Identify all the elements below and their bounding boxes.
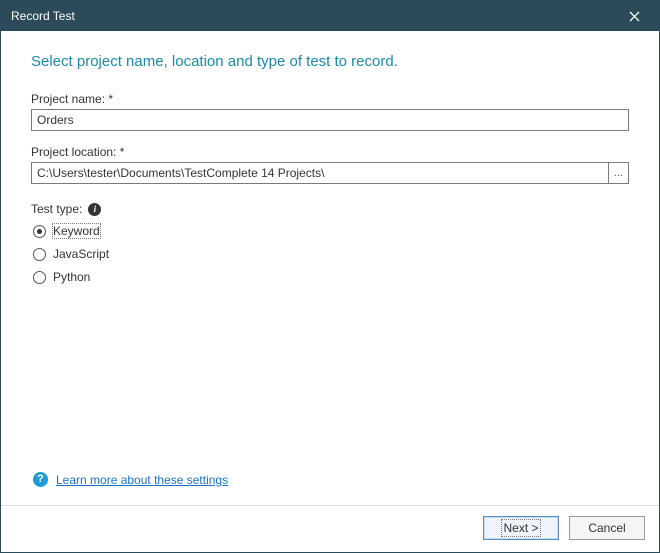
- record-test-dialog: Record Test Select project name, locatio…: [0, 0, 660, 553]
- info-icon[interactable]: i: [88, 203, 101, 216]
- next-button[interactable]: Next >: [483, 516, 559, 540]
- project-location-block: Project location: * ...: [31, 145, 629, 184]
- test-type-label: Test type:: [31, 202, 82, 216]
- radio-indicator-keyword: [33, 225, 46, 238]
- radio-label-javascript: JavaScript: [53, 247, 109, 261]
- next-button-label: Next >: [503, 521, 538, 535]
- browse-button[interactable]: ...: [608, 162, 629, 184]
- page-heading: Select project name, location and type o…: [31, 53, 629, 70]
- radio-indicator-javascript: [33, 248, 46, 261]
- project-location-input[interactable]: [31, 162, 609, 184]
- content-spacer: [31, 293, 629, 472]
- dialog-content: Select project name, location and type o…: [1, 31, 659, 505]
- window-title: Record Test: [11, 9, 617, 23]
- close-icon: [629, 11, 640, 22]
- radio-label-python: Python: [53, 270, 90, 284]
- help-row: ? Learn more about these settings: [33, 472, 629, 487]
- radio-indicator-python: [33, 271, 46, 284]
- radio-label-keyword: Keyword: [53, 224, 100, 238]
- cancel-button[interactable]: Cancel: [569, 516, 645, 540]
- help-icon: ?: [33, 472, 48, 487]
- titlebar: Record Test: [1, 1, 659, 31]
- radio-javascript[interactable]: JavaScript: [33, 247, 629, 261]
- test-type-label-row: Test type: i: [31, 202, 629, 216]
- project-location-label: Project location: *: [31, 145, 629, 159]
- project-location-row: ...: [31, 162, 629, 184]
- radio-python[interactable]: Python: [33, 270, 629, 284]
- help-link[interactable]: Learn more about these settings: [56, 473, 228, 487]
- close-button[interactable]: [617, 4, 651, 28]
- project-name-input[interactable]: [31, 109, 629, 131]
- dialog-footer: Next > Cancel: [1, 505, 659, 552]
- cancel-button-label: Cancel: [588, 521, 625, 535]
- project-name-block: Project name: *: [31, 92, 629, 131]
- project-name-label: Project name: *: [31, 92, 629, 106]
- radio-keyword[interactable]: Keyword: [33, 224, 629, 238]
